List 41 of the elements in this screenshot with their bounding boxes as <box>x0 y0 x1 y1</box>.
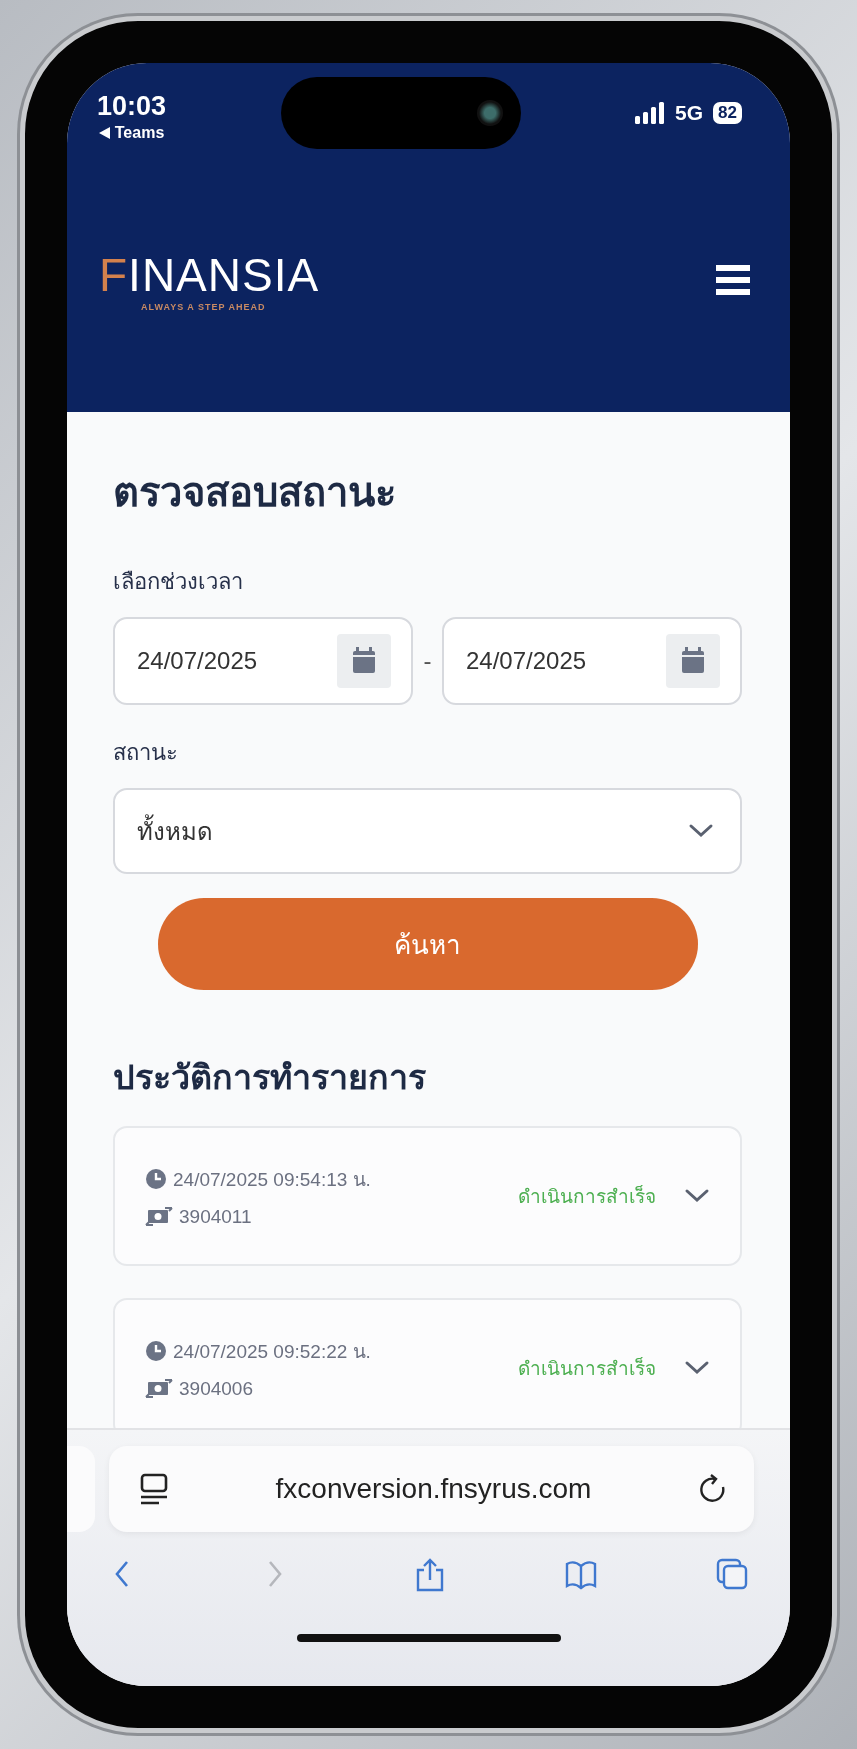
end-date-field[interactable]: 24/07/2025 <box>442 617 742 705</box>
reload-icon[interactable] <box>698 1474 728 1504</box>
book-icon[interactable] <box>564 1558 599 1592</box>
history-title: ประวัติการทำรายการ <box>113 1057 427 1098</box>
chevron-down-icon[interactable] <box>688 823 714 839</box>
calendar-icon[interactable] <box>666 634 720 688</box>
address-bar[interactable]: fxconversion.fnsyrus.com <box>109 1446 754 1532</box>
battery-level: 82 <box>713 102 742 124</box>
money-exchange-icon <box>145 1206 173 1228</box>
money-exchange-icon <box>145 1378 173 1400</box>
status-label: สถานะ <box>113 739 179 767</box>
transaction-datetime: 24/07/2025 09:54:13 น. <box>173 1168 371 1192</box>
start-date-field[interactable]: 24/07/2025 <box>113 617 413 705</box>
transaction-status: ดำเนินการสำเร็จ <box>518 1356 656 1381</box>
transaction-status: ดำเนินการสำเร็จ <box>518 1184 656 1209</box>
back-triangle-icon[interactable] <box>98 126 110 139</box>
transaction-card[interactable]: 24/07/2025 09:52:22 น. 3904006 ดำเนินการสำเร็จ <box>113 1298 742 1428</box>
network-label: 5G <box>675 101 704 125</box>
camera-icon <box>476 100 503 126</box>
menu-icon[interactable] <box>716 264 750 295</box>
back-app-link[interactable]: Teams <box>114 123 165 142</box>
logo-tagline: ALWAYS A STEP AHEAD <box>141 301 266 312</box>
clock-time: 10:03 <box>97 90 167 122</box>
clock-icon <box>145 1168 167 1190</box>
page-title: ตรวจสอบสถานะ <box>113 469 397 516</box>
date-separator: - <box>423 647 432 675</box>
calendar-icon[interactable] <box>337 634 391 688</box>
transaction-reference: 3904011 <box>179 1206 252 1228</box>
date-range-label: เลือกช่วงเวลา <box>113 568 244 596</box>
transaction-reference: 3904006 <box>179 1378 253 1400</box>
logo-text[interactable]: FINANSIA <box>99 247 320 302</box>
chevron-down-icon[interactable] <box>684 1360 710 1376</box>
transaction-datetime: 24/07/2025 09:52:22 น. <box>173 1340 371 1364</box>
signal-icon <box>635 102 666 124</box>
url-text[interactable]: fxconversion.fnsyrus.com <box>275 1473 592 1505</box>
status-dropdown[interactable]: ทั้งหมด <box>113 788 742 874</box>
clock-icon <box>145 1340 167 1362</box>
reader-icon[interactable] <box>139 1473 169 1505</box>
tabs-icon[interactable] <box>716 1558 750 1592</box>
transaction-card[interactable]: 24/07/2025 09:54:13 น. 3904011 ดำเนินการสำเร็จ <box>113 1126 742 1266</box>
chevron-down-icon[interactable] <box>684 1188 710 1204</box>
